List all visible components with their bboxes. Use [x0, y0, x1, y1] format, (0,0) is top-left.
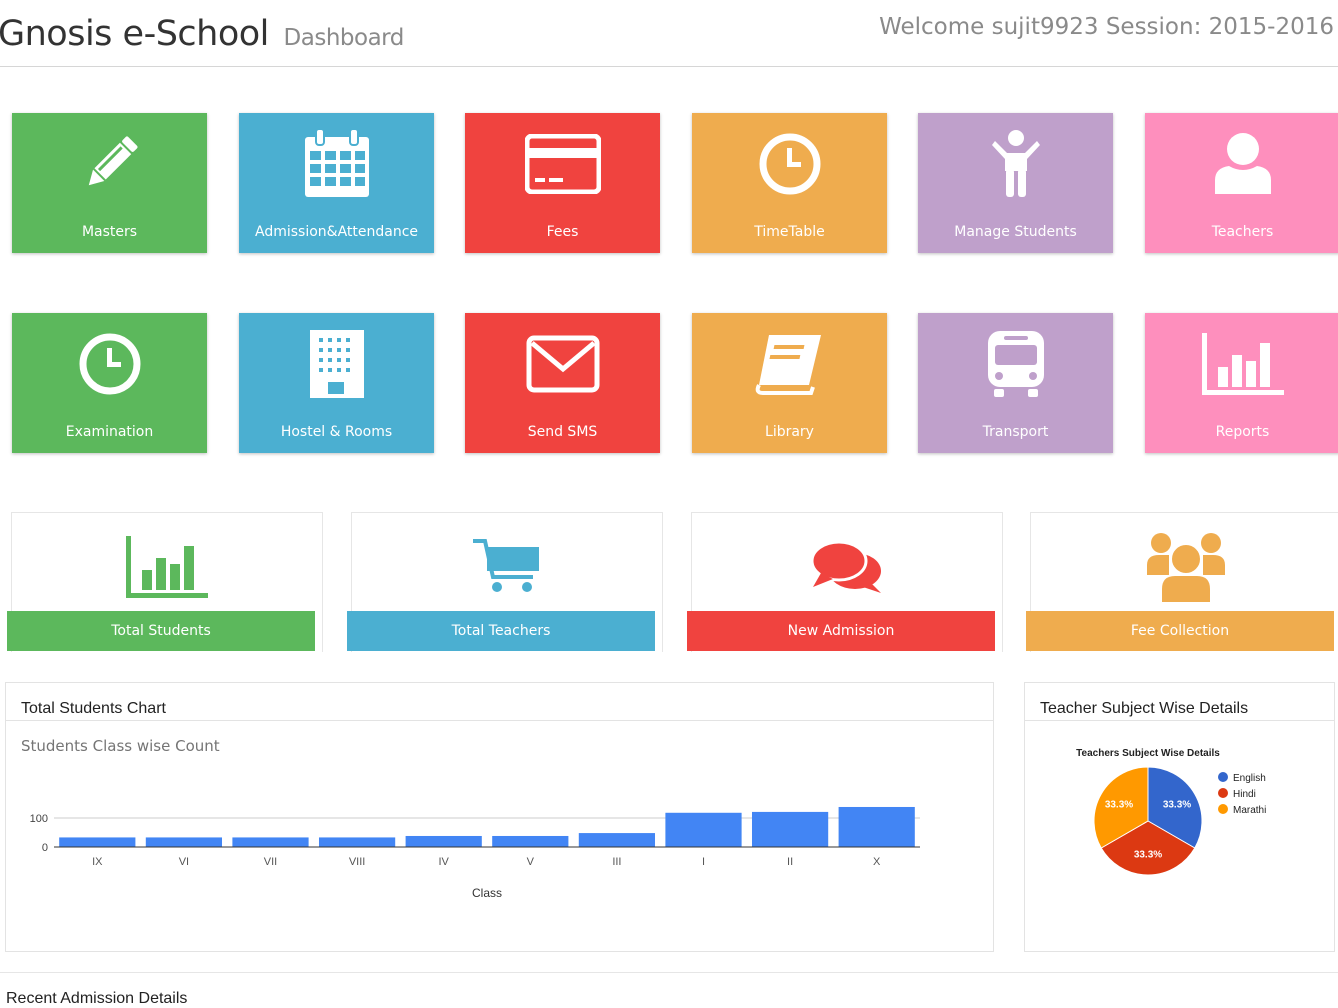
students-bar-chart: 0100IX VI VII VIII IV V III I II XClass — [30, 806, 920, 900]
legend-marker — [1218, 788, 1228, 798]
tile-label: Fees — [546, 224, 579, 240]
pencil-icon — [12, 129, 207, 199]
bus-icon — [918, 329, 1113, 399]
stat-new-admission[interactable]: New Admission — [687, 512, 1003, 652]
clock-icon — [12, 329, 207, 399]
users-icon — [1031, 525, 1338, 609]
tile-label: Send SMS — [527, 424, 598, 440]
bar-chart-icon — [12, 525, 322, 609]
envelope-icon — [465, 329, 660, 399]
bar-III — [578, 833, 656, 847]
shopping-cart-icon — [352, 525, 662, 609]
panel-heading: Teacher Subject Wise Details — [1040, 700, 1249, 717]
x-tick-label: V — [527, 856, 535, 868]
x-tick-label: IX — [92, 856, 103, 868]
clock-icon — [692, 129, 887, 199]
panel-heading: Total Students Chart — [21, 700, 166, 717]
bar-chart-icon — [1145, 329, 1338, 399]
calendar-icon — [239, 129, 434, 199]
tile-examination[interactable]: Examination — [12, 313, 207, 453]
bar-I — [665, 812, 742, 847]
legend-label: Marathi — [1233, 805, 1266, 816]
tile-teachers[interactable]: Teachers — [1145, 113, 1338, 253]
page-header: Gnosis e-School Dashboard Welcome sujit9… — [0, 0, 1338, 67]
tile-send-sms[interactable]: Send SMS — [465, 313, 660, 453]
tile-label: Manage Students — [954, 224, 1077, 240]
tile-label: Reports — [1215, 424, 1270, 440]
bar-VIII — [318, 837, 396, 847]
user-icon — [1145, 129, 1338, 199]
app-title: Gnosis e-School Dashboard — [0, 14, 404, 54]
tile-library[interactable]: Library — [692, 313, 887, 453]
y-tick-label: 100 — [30, 813, 48, 825]
pie-title: Teachers Subject Wise Details — [1076, 748, 1220, 759]
building-icon — [239, 329, 434, 399]
x-tick-label: VI — [179, 856, 189, 868]
x-tick-label: II — [787, 856, 793, 868]
page-subtitle: Dashboard — [283, 25, 405, 51]
legend-label: English — [1233, 773, 1266, 784]
tile-label: Hostel & Rooms — [280, 424, 393, 440]
legend-label: Hindi — [1233, 789, 1256, 800]
tile-masters[interactable]: Masters — [12, 113, 207, 253]
tile-label: Transport — [982, 424, 1049, 440]
x-tick-label: III — [612, 856, 621, 868]
legend-marker — [1218, 804, 1228, 814]
bar-V — [492, 835, 569, 847]
pie-slice-label: 33.3% — [1105, 799, 1133, 810]
pie-slice-label: 33.3% — [1163, 799, 1191, 810]
bar-VI — [145, 837, 223, 847]
teacher-subject-pie-chart: Teachers Subject Wise Details 33.3% 33.3% 3… — [1076, 748, 1266, 876]
welcome-session-text: Welcome sujit9923 Session: 2015-2016 — [879, 14, 1334, 40]
stat-label: Fee Collection — [1026, 611, 1334, 651]
tile-label: Masters — [81, 224, 138, 240]
tile-transport[interactable]: Transport — [918, 313, 1113, 453]
y-tick-label: 0 — [42, 842, 48, 854]
stat-total-teachers[interactable]: Total Teachers — [347, 512, 663, 652]
bar-X — [838, 806, 915, 847]
app-title-text: Gnosis e-School — [0, 14, 269, 54]
bar-II — [751, 811, 829, 847]
panel-header: Total Students Chart — [6, 683, 993, 721]
credit-card-icon — [465, 129, 660, 199]
stat-fee-collection[interactable]: Fee Collection — [1026, 512, 1338, 652]
x-tick-label: IV — [438, 856, 449, 868]
tile-fees[interactable]: Fees — [465, 113, 660, 253]
students-chart-panel: Total Students Chart Students Class wise… — [5, 682, 994, 952]
bar-IV — [405, 835, 482, 847]
x-tick-label: VII — [264, 856, 277, 868]
tile-label: Teachers — [1211, 224, 1274, 240]
tile-label: Examination — [65, 424, 154, 440]
x-axis-label: Class — [472, 886, 502, 900]
stat-label: Total Teachers — [347, 611, 655, 651]
tile-reports[interactable]: Reports — [1145, 313, 1338, 453]
tile-label: Admission&Attendance — [254, 224, 419, 240]
section-divider — [0, 972, 1338, 973]
tile-hostel-rooms[interactable]: Hostel & Rooms — [239, 313, 434, 453]
child-icon — [918, 129, 1113, 199]
x-tick-label: I — [702, 856, 705, 868]
legend-marker — [1218, 772, 1228, 782]
bar-IX — [59, 837, 136, 847]
tile-label: TimeTable — [754, 224, 825, 240]
book-icon — [692, 329, 887, 399]
stat-total-students[interactable]: Total Students — [7, 512, 323, 652]
pie-slice-label: 33.3% — [1134, 849, 1162, 860]
teacher-subject-panel: Teacher Subject Wise Details Teachers Su… — [1024, 682, 1335, 952]
x-tick-label: VIII — [349, 856, 366, 868]
stat-label: Total Students — [7, 611, 315, 651]
bar-VII — [232, 837, 309, 847]
tile-label: Library — [765, 424, 814, 440]
comments-icon — [692, 525, 1002, 609]
stat-label: New Admission — [687, 611, 995, 651]
tile-admission-attendance[interactable]: Admission&Attendance — [239, 113, 434, 253]
panel-header: Teacher Subject Wise Details — [1025, 683, 1334, 721]
x-tick-label: X — [873, 856, 881, 868]
tile-timetable[interactable]: TimeTable — [692, 113, 887, 253]
tile-manage-students[interactable]: Manage Students — [918, 113, 1113, 253]
recent-admission-heading: Recent Admission Details — [6, 990, 188, 1007]
